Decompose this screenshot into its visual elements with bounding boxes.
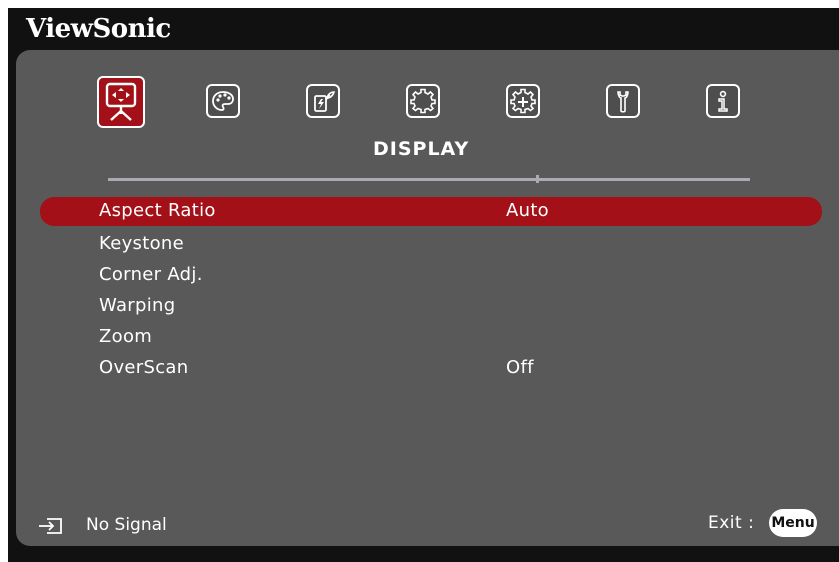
- signal-status: No Signal: [86, 515, 167, 535]
- palette-icon: [212, 91, 234, 111]
- tab-information[interactable]: [706, 84, 740, 118]
- menu-item-label: Keystone: [99, 233, 184, 254]
- power-management-icon: [314, 91, 336, 112]
- menu-item-label: Corner Adj.: [99, 264, 203, 285]
- menu-item-aspect-ratio[interactable]: Aspect Ratio Auto: [40, 197, 822, 226]
- exit-label: Exit :: [708, 513, 755, 533]
- divider-marker: [536, 175, 539, 183]
- menu-button[interactable]: Menu: [769, 509, 817, 537]
- menu-item-value: Off: [506, 357, 534, 378]
- tab-image[interactable]: [206, 84, 240, 118]
- menu-item-label: Aspect Ratio: [99, 200, 216, 221]
- display-icon: [105, 82, 137, 121]
- menu-item-value: Auto: [506, 200, 549, 221]
- tab-basic[interactable]: [406, 84, 440, 118]
- menu-item-label: OverScan: [99, 357, 189, 378]
- tab-advanced[interactable]: [506, 84, 540, 118]
- gear-icon: [410, 88, 436, 114]
- menu-item-warping[interactable]: Warping: [40, 292, 822, 321]
- menu-item-zoom[interactable]: Zoom: [40, 323, 822, 352]
- input-source-icon: [39, 518, 62, 534]
- menu-item-label: Warping: [99, 295, 176, 316]
- tab-system[interactable]: [606, 84, 640, 118]
- menu-item-corner-adj[interactable]: Corner Adj.: [40, 261, 822, 290]
- menu-item-label: Zoom: [99, 326, 153, 347]
- menu-item-overscan[interactable]: OverScan Off: [40, 354, 822, 383]
- wrench-icon: [617, 91, 629, 113]
- tab-power[interactable]: [306, 84, 340, 118]
- tab-title: DISPLAY: [373, 138, 470, 160]
- info-icon: [718, 90, 728, 112]
- brand-logo: ViewSonic: [26, 14, 171, 44]
- menu-item-keystone[interactable]: Keystone: [40, 230, 822, 259]
- tab-display[interactable]: [97, 76, 145, 128]
- advanced-gear-icon: [510, 88, 536, 114]
- divider: [108, 178, 750, 181]
